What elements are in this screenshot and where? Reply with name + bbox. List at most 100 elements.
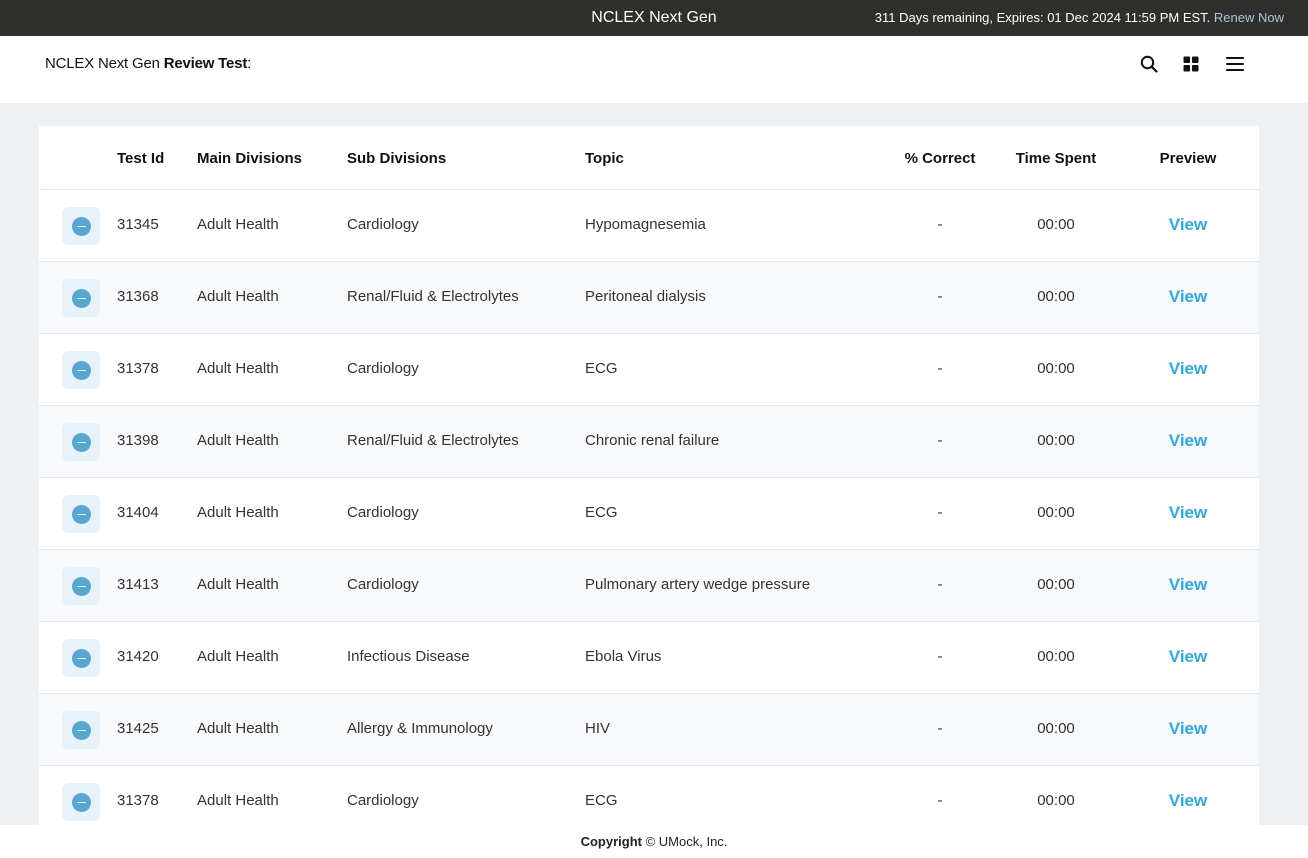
column-header-test-id[interactable]: Test Id [117, 126, 164, 190]
status-indicator [62, 351, 100, 389]
status-indicator [62, 207, 100, 245]
minus-circle-icon [71, 288, 91, 308]
sub-division-cell: Renal/Fluid & Electrolytes [347, 288, 519, 305]
topic-cell: ECG [585, 504, 618, 521]
view-link[interactable]: View [1149, 766, 1227, 825]
table-row: 31345 Adult Health Cardiology Hypomagnesemi… [39, 190, 1259, 262]
status-indicator [62, 639, 100, 677]
page-title: NCLEX Next Gen Review Test: [45, 36, 251, 92]
column-header-topic[interactable]: Topic [585, 126, 624, 190]
sub-division-cell: Renal/Fluid & Electrolytes [347, 432, 519, 449]
brand-suffix: : [247, 55, 252, 72]
brand-bold: Review Test [163, 55, 248, 72]
test-id-cell: 31404 [117, 504, 159, 521]
subscription-status: 311 Days remaining, Expires: 01 Dec 2024… [875, 0, 1284, 36]
column-header-sub-divisions[interactable]: Sub Divisions [347, 126, 446, 190]
table-row: 31413 Adult Health Cardiology Pulmonary art… [39, 550, 1259, 622]
renew-now-link[interactable]: Renew Now [1214, 10, 1284, 25]
view-link[interactable]: View [1149, 622, 1227, 694]
main-division-cell: Adult Health [197, 504, 279, 521]
percent-correct-cell: - [937, 504, 943, 521]
time-spent-cell: 00:00 [1037, 648, 1075, 665]
sub-division-cell: Cardiology [347, 504, 419, 521]
main-division-cell: Adult Health [197, 288, 279, 305]
status-indicator [62, 279, 100, 317]
table-row: 31398 Adult Health Renal/Fluid & Electroly… [39, 406, 1259, 478]
topic-cell: ECG [585, 360, 618, 377]
test-id-cell: 31413 [117, 576, 159, 593]
test-id-cell: 31425 [117, 720, 159, 737]
table-row: 31378 Adult Health Cardiology ECG - 00:00 View [39, 334, 1259, 406]
tests-table: Test Id Main Divisions Sub Divisions Top… [39, 126, 1259, 825]
column-header-main-divisions[interactable]: Main Divisions [197, 126, 302, 190]
column-header-time-spent[interactable]: Time Spent [1007, 126, 1105, 190]
topic-cell: Chronic renal failure [585, 432, 720, 449]
minus-circle-icon [71, 432, 91, 452]
main-division-cell: Adult Health [197, 792, 279, 809]
time-spent-cell: 00:00 [1037, 288, 1075, 305]
time-spent-cell: 00:00 [1037, 432, 1075, 449]
percent-correct-cell: - [937, 720, 943, 737]
table-row: 31425 Adult Health Allergy & Immunology HIV… [39, 694, 1259, 766]
topic-cell: ECG [585, 792, 618, 809]
sub-division-cell: Cardiology [347, 576, 419, 593]
percent-correct-cell: - [937, 216, 943, 233]
percent-correct-cell: - [937, 432, 943, 449]
status-indicator [62, 423, 100, 461]
test-id-cell: 31378 [117, 360, 159, 377]
page-header: NCLEX Next Gen Review Test: [0, 36, 1308, 103]
minus-circle-icon [71, 360, 91, 380]
time-spent-cell: 00:00 [1037, 216, 1075, 233]
status-indicator [62, 711, 100, 749]
percent-correct-cell: - [937, 360, 943, 377]
top-bar: NCLEX Next Gen 311 Days remaining, Expir… [0, 0, 1308, 36]
topic-cell: Hypomagnesemia [585, 216, 706, 233]
time-spent-cell: 00:00 [1037, 360, 1075, 377]
view-link[interactable]: View [1149, 550, 1227, 622]
table-row: 31378 Adult Health Cardiology ECG - 00:00 View [39, 766, 1259, 825]
brand-regular: NCLEX Next Gen [45, 55, 160, 72]
test-id-cell: 31378 [117, 792, 159, 809]
grid-icon[interactable] [1179, 52, 1203, 76]
time-spent-cell: 00:00 [1037, 792, 1075, 809]
minus-circle-icon [71, 504, 91, 524]
column-header-percent-correct[interactable]: % Correct [899, 126, 981, 190]
menu-icon[interactable] [1223, 52, 1247, 76]
search-icon[interactable] [1137, 52, 1161, 76]
status-indicator [62, 783, 100, 821]
view-link[interactable]: View [1149, 478, 1227, 550]
sub-division-cell: Cardiology [347, 216, 419, 233]
minus-circle-icon [71, 216, 91, 236]
sub-division-cell: Allergy & Immunology [347, 720, 493, 737]
percent-correct-cell: - [937, 648, 943, 665]
minus-circle-icon [71, 576, 91, 596]
topic-cell: Ebola Virus [585, 648, 662, 665]
test-id-cell: 31420 [117, 648, 159, 665]
main-division-cell: Adult Health [197, 720, 279, 737]
topic-cell: Pulmonary artery wedge pressure [585, 576, 811, 593]
minus-circle-icon [71, 792, 91, 812]
main-division-cell: Adult Health [197, 216, 279, 233]
footer: Copyright © UMock, Inc. [0, 825, 1308, 858]
view-link[interactable]: View [1149, 262, 1227, 334]
topic-cell: HIV [585, 720, 611, 737]
table-row: 31420 Adult Health Infectious Disease Ebola… [39, 622, 1259, 694]
table-row: 31368 Adult Health Renal/Fluid & Electroly… [39, 262, 1259, 334]
sub-division-cell: Cardiology [347, 360, 419, 377]
view-link[interactable]: View [1149, 190, 1227, 262]
table-header: Test Id Main Divisions Sub Divisions Top… [39, 126, 1259, 190]
topic-cell: Peritoneal dialysis [585, 288, 706, 305]
test-id-cell: 31345 [117, 216, 159, 233]
table-body: 31345 Adult Health Cardiology Hypomagnesemi… [39, 190, 1259, 825]
minus-circle-icon [71, 720, 91, 740]
view-link[interactable]: View [1149, 334, 1227, 406]
sub-division-cell: Cardiology [347, 792, 419, 809]
status-indicator [62, 567, 100, 605]
minus-circle-icon [71, 648, 91, 668]
expiry-text: 311 Days remaining, Expires: 01 Dec 2024… [874, 10, 1211, 25]
main-division-cell: Adult Health [197, 432, 279, 449]
view-link[interactable]: View [1149, 406, 1227, 478]
main-division-cell: Adult Health [197, 360, 279, 377]
view-link[interactable]: View [1149, 694, 1227, 766]
time-spent-cell: 00:00 [1037, 576, 1075, 593]
